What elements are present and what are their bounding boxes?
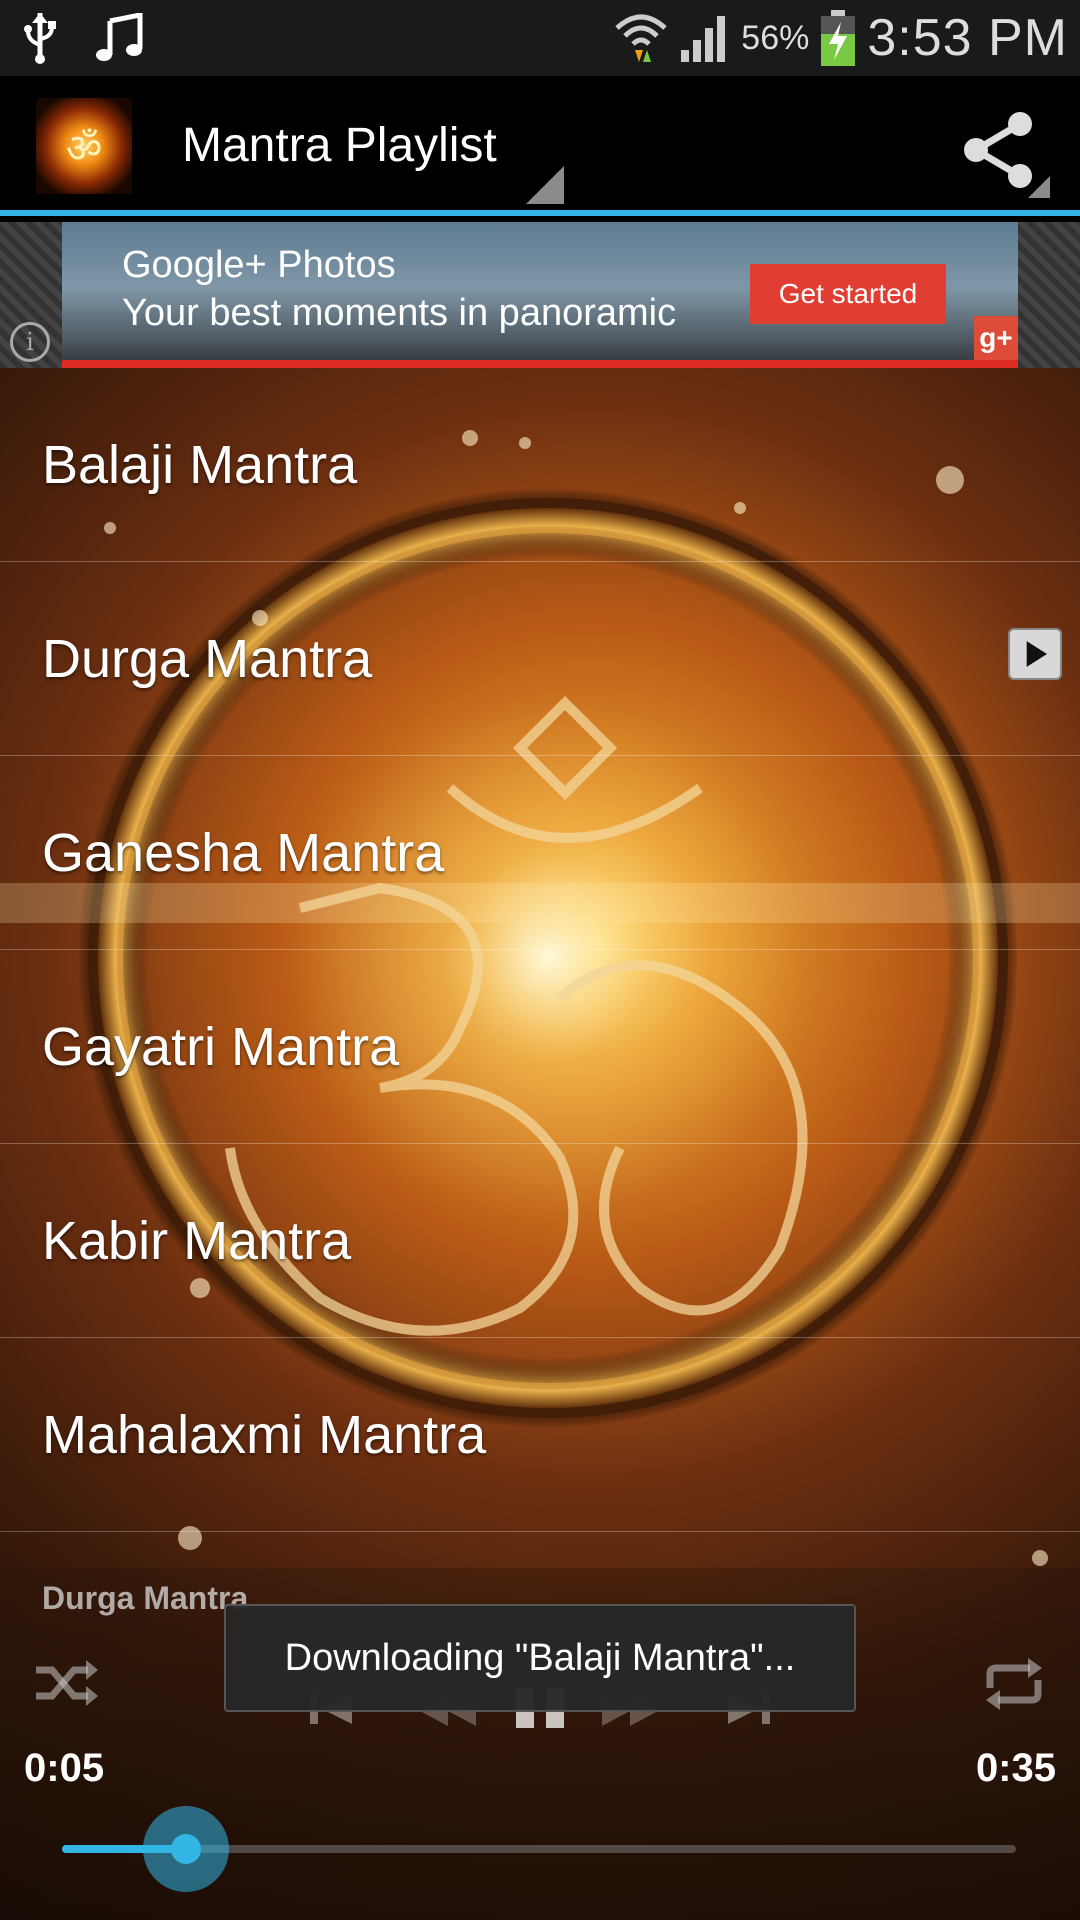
playlist-content: Balaji Mantra Durga Mantra Ganesha Mantr… [0,368,1080,1920]
spinner-indicator-icon[interactable] [526,166,564,204]
now-playing-title: Durga Mantra [42,1580,249,1616]
ad-tagline: Your best moments in panoramic [122,292,677,334]
om-app-icon[interactable]: ॐ [36,98,132,194]
play-icon[interactable] [1008,628,1062,680]
action-bar: ॐ Mantra Playlist [0,76,1080,216]
list-item-label: Gayatri Mantra [42,1017,400,1077]
list-item[interactable]: Ganesha Mantra [0,756,1080,950]
clock: 3:53 PM [867,9,1068,67]
list-item[interactable]: Durga Mantra [0,562,1080,756]
om-symbol-icon: ॐ [65,125,103,172]
seek-bar-thumb[interactable] [143,1806,230,1892]
total-duration: 0:35 [975,1746,1056,1790]
ad-banner[interactable]: i Google+ Photos Your best moments in pa… [0,222,1080,368]
list-item-label: Ganesha Mantra [42,823,445,883]
usb-icon [24,13,56,64]
list-item-label: Durga Mantra [42,629,373,689]
list-item[interactable]: Mahalaxmi Mantra [0,1338,1080,1532]
list-item[interactable]: Kabir Mantra [0,1144,1080,1338]
list-item-label: Mahalaxmi Mantra [42,1405,487,1465]
playlist: Balaji Mantra Durga Mantra Ganesha Mantr… [0,368,1080,1532]
ad-creative[interactable]: Google+ Photos Your best moments in pano… [62,222,1018,368]
action-bar-accent-line [0,210,1080,216]
repeat-icon[interactable] [982,1658,1046,1710]
shuffle-icon[interactable] [34,1658,98,1708]
page-title[interactable]: Mantra Playlist [182,118,497,173]
elapsed-time: 0:05 [24,1746,105,1790]
google-plus-icon: g+ [974,316,1018,360]
status-bar: 56% 3:53 PM [0,0,1080,76]
ad-info-icon[interactable]: i [10,322,50,362]
share-icon[interactable] [950,102,1050,202]
signal-icon [681,16,726,62]
battery-percent: 56% [741,18,810,57]
seek-bar[interactable] [62,1806,1016,1892]
music-note-icon [96,13,143,61]
list-item-label: Balaji Mantra [42,435,358,495]
ad-red-strip [62,360,1018,368]
status-left-icons [22,8,144,68]
list-item-label: Kabir Mantra [42,1211,352,1271]
list-item[interactable]: Balaji Mantra [0,368,1080,562]
ad-get-started-button[interactable]: Get started [750,264,946,324]
wifi-icon [615,14,667,62]
list-item[interactable]: Gayatri Mantra [0,950,1080,1144]
ad-headline: Google+ Photos [122,244,396,286]
battery-charging-icon [821,10,856,66]
download-toast: Downloading "Balaji Mantra"... [224,1604,856,1712]
status-right-icons: 56% 3:53 PM [613,0,1068,76]
